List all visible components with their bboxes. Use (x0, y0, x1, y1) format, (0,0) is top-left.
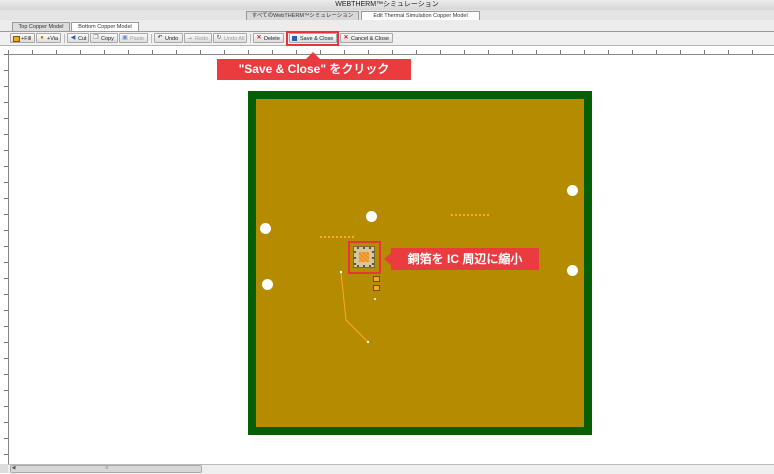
ic-pin (369, 265, 371, 267)
ic-pin (363, 247, 365, 249)
mounting-hole[interactable] (567, 185, 578, 196)
ic-core[interactable] (359, 252, 369, 262)
cancel-close-button[interactable]: ✕ Cancel & Close (340, 33, 393, 43)
toolbar-separator (250, 34, 251, 43)
ic-pin (354, 263, 356, 265)
component-pad[interactable] (373, 276, 380, 282)
ic-pin (372, 257, 374, 259)
save-callout-arrow (306, 52, 320, 59)
redo-icon: → (187, 35, 193, 41)
undo-all-label: Undo All (224, 36, 245, 42)
toolbar: +Fill ● +Via ◀ Cut ❐ Copy ▣ Paste ↶ Undo… (0, 32, 774, 46)
delete-label: Delete (264, 36, 280, 42)
via-row[interactable] (320, 236, 354, 238)
scrollbar-corner (0, 464, 8, 473)
via-icon: ● (40, 35, 44, 41)
mounting-hole[interactable] (262, 279, 273, 290)
ic-pin (372, 263, 374, 265)
shrink-callout-arrow (384, 253, 391, 265)
copper-trace[interactable] (340, 270, 380, 350)
tab-top-copper-model[interactable]: Top Copper Model (12, 22, 70, 31)
undo-button[interactable]: ↶ Undo (154, 33, 183, 43)
copy-icon: ❐ (93, 35, 99, 41)
mounting-hole[interactable] (366, 211, 377, 222)
shrink-callout: 銅箔を IC 周辺に縮小 (391, 248, 539, 270)
add-via-button[interactable]: ● +Via (36, 33, 61, 43)
cancel-icon: ✕ (343, 35, 349, 41)
undo-all-button[interactable]: ↻ Undo All (213, 33, 247, 43)
toolbar-separator (151, 34, 152, 43)
scroll-grip-icon: ≡ (105, 465, 109, 471)
paste-button[interactable]: ▣ Paste (119, 33, 148, 43)
redo-button[interactable]: → Redo (184, 33, 212, 43)
delete-button[interactable]: ✕ Delete (253, 33, 284, 43)
cut-icon: ◀ (70, 35, 76, 41)
cut-label: Cut (78, 36, 87, 42)
tab-edit-copper-model[interactable]: Edit Thermal Simulation Copper Model (361, 11, 480, 20)
toolbar-separator (64, 34, 65, 43)
scroll-left-icon[interactable]: ◀ (10, 465, 17, 472)
model-tab-bar: Top Copper Model Bottom Copper Model (0, 20, 774, 32)
ic-pin (357, 247, 359, 249)
save-callout: "Save & Close" をクリック (217, 59, 411, 80)
save-close-highlight (286, 31, 339, 46)
via-dot (374, 298, 376, 300)
paste-icon: ▣ (122, 35, 128, 41)
paste-label: Paste (130, 36, 145, 42)
via-row[interactable] (451, 214, 491, 216)
ic-pin (369, 247, 371, 249)
vertical-ruler (0, 54, 9, 464)
ic-pin (357, 265, 359, 267)
ic-pin (363, 265, 365, 267)
add-fill-label: +Fill (21, 36, 32, 42)
cancel-close-label: Cancel & Close (351, 36, 389, 42)
ic-pin (354, 251, 356, 253)
horizontal-ruler (0, 46, 774, 55)
add-via-label: +Via (47, 36, 59, 42)
tab-all-simulations[interactable]: すべてのWebTHERM™シミュレーション (246, 11, 359, 20)
fill-icon (13, 36, 20, 42)
redo-label: Redo (195, 36, 209, 42)
mounting-hole[interactable] (260, 223, 271, 234)
undo-all-icon: ↻ (216, 35, 222, 41)
top-tab-bar: すべてのWebTHERM™シミュレーション Edit Thermal Simul… (0, 10, 774, 20)
undo-icon: ↶ (157, 35, 163, 41)
delete-icon: ✕ (256, 35, 262, 41)
ic-pin (372, 251, 374, 253)
copy-label: Copy (101, 36, 114, 42)
tab-bottom-copper-model[interactable]: Bottom Copper Model (71, 22, 139, 31)
component-pad[interactable] (373, 285, 380, 291)
copy-button[interactable]: ❐ Copy (90, 33, 118, 43)
ic-pin (354, 257, 356, 259)
cut-button[interactable]: ◀ Cut (67, 33, 89, 43)
undo-label: Undo (165, 36, 179, 42)
mounting-hole[interactable] (567, 265, 578, 276)
add-fill-button[interactable]: +Fill (10, 33, 35, 43)
